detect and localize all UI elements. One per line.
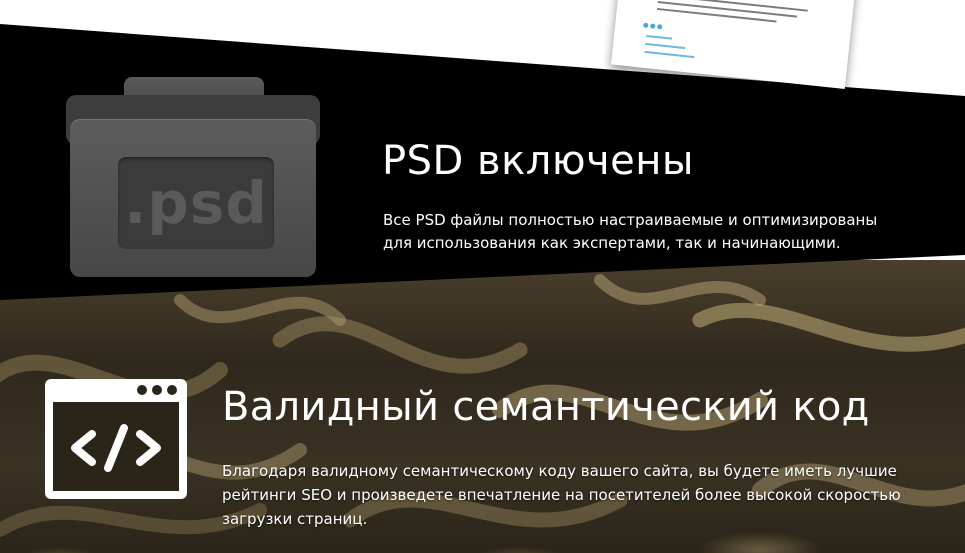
code-window-icon xyxy=(45,379,187,499)
psd-label: .psd xyxy=(118,157,274,249)
feature-description-psd: Все PSD файлы полностью настраиваемые и … xyxy=(383,211,878,252)
psd-folder-icon: .psd xyxy=(66,77,320,277)
sheet-social-icon xyxy=(650,23,656,29)
feature-title-code: Валидный семантический код xyxy=(222,384,870,430)
feature-title-psd: PSD включены xyxy=(382,138,694,184)
sheet-link-line xyxy=(644,50,695,59)
sheet-link-line xyxy=(645,42,686,50)
page: .psd PSD включены Все PSD файлы полность… xyxy=(0,0,965,553)
feature-description-code: Благодаря валидному семантическому коду … xyxy=(222,462,901,528)
sheet-social-icon xyxy=(643,22,649,29)
sheet-text-line xyxy=(656,7,777,23)
sheet-social-icon xyxy=(656,24,663,30)
sheet-link-line xyxy=(646,34,673,40)
